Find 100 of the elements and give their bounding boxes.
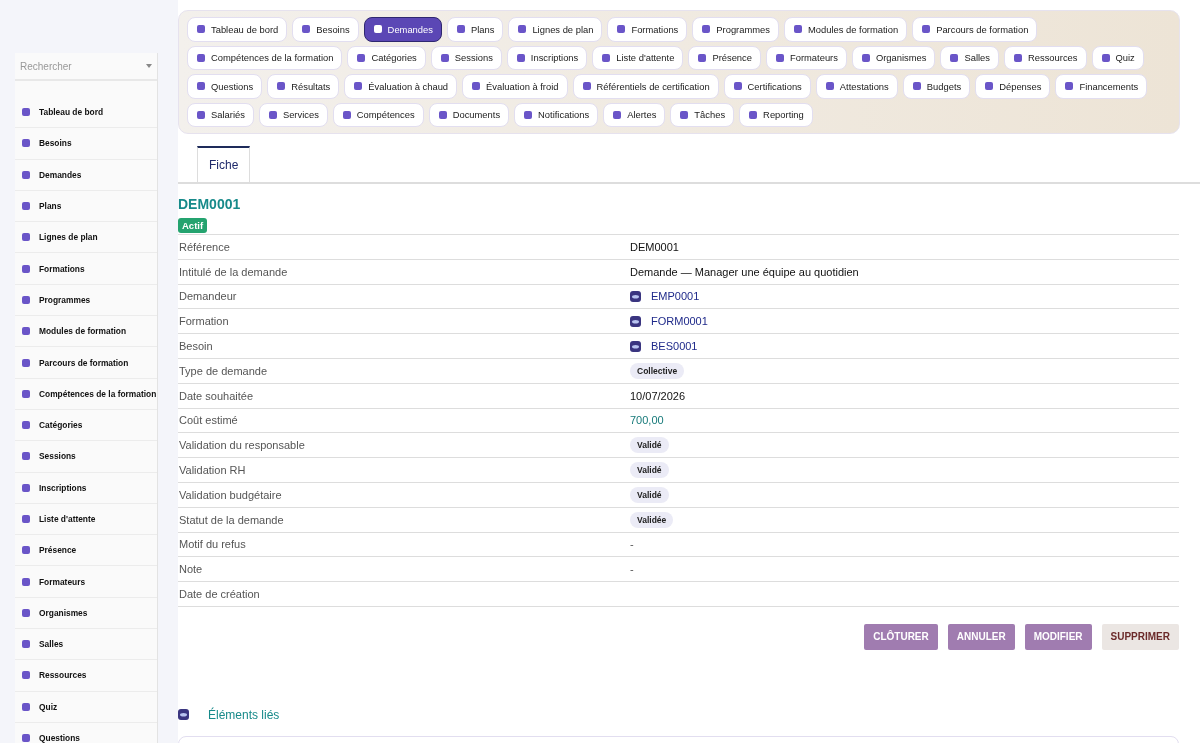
sidebar-item[interactable]: Ressources: [15, 660, 157, 692]
nav-tab[interactable]: Résultats: [267, 74, 340, 99]
action-button[interactable]: MODIFIER: [1024, 623, 1092, 650]
square-icon: [824, 81, 835, 92]
nav-tab[interactable]: Catégories: [347, 45, 426, 70]
field-value: Demande — Manager une équipe au quotidien: [630, 265, 859, 278]
sidebar-item[interactable]: Modules de formation: [15, 316, 157, 348]
square-icon: [267, 109, 278, 120]
search-field[interactable]: Rechercher: [20, 60, 146, 72]
nav-tab[interactable]: Notifications: [514, 102, 599, 127]
nav-tab[interactable]: Tâches: [670, 102, 735, 127]
sidebar-item[interactable]: Lignes de plan: [15, 222, 157, 254]
sidebar-item[interactable]: Tableau de bord: [15, 97, 157, 129]
square-icon: [196, 24, 206, 35]
square-icon: [601, 52, 612, 63]
square-icon: [949, 52, 960, 63]
action-button[interactable]: SUPPRIMER: [1101, 623, 1179, 650]
nav-tab[interactable]: Ressources: [1004, 45, 1087, 70]
nav-tab[interactable]: Besoins: [292, 17, 359, 42]
square-icon: [196, 109, 206, 120]
cloud-icon: [178, 709, 189, 721]
action-button[interactable]: CLÔTURER: [864, 623, 938, 650]
square-icon: [353, 81, 364, 92]
nav-tab[interactable]: Compétences de la formation: [187, 45, 343, 70]
nav-tab[interactable]: Compétences: [332, 102, 424, 127]
sidebar-item[interactable]: Inscriptions: [15, 472, 157, 504]
nav-tab[interactable]: Inscriptions: [506, 45, 588, 70]
sidebar-item[interactable]: Sessions: [15, 441, 157, 473]
nav-tab[interactable]: Attestations: [815, 74, 898, 99]
sidebar-item[interactable]: Besoins: [15, 128, 157, 160]
square-icon: [196, 81, 206, 92]
cloud-icon: [630, 315, 641, 327]
nav-tab[interactable]: Programmes: [692, 17, 779, 42]
nav-tab[interactable]: Salles: [940, 45, 999, 70]
nav-tab[interactable]: Évaluation à froid: [462, 74, 568, 99]
nav-tab[interactable]: Quiz: [1091, 45, 1144, 70]
square-icon: [515, 52, 526, 63]
nav-tab[interactable]: Alertes: [603, 102, 666, 127]
nav-tab[interactable]: Plans: [446, 17, 504, 42]
square-icon: [1100, 52, 1111, 63]
nav-tab[interactable]: Tableau de bord: [187, 17, 288, 42]
section-title: Éléments liés: [208, 707, 280, 722]
sidebar-item[interactable]: Parcours de formation: [15, 347, 157, 379]
square-icon: [301, 24, 312, 35]
value-badge: Validé: [630, 462, 669, 479]
sidebar-item[interactable]: Catégories: [15, 409, 157, 442]
sidebar-item[interactable]: Salles: [15, 629, 157, 661]
nav-tab[interactable]: Référentiels de certification: [572, 74, 719, 99]
sidebar-item[interactable]: Programmes: [15, 284, 157, 317]
square-icon: [21, 482, 31, 493]
nav-tab[interactable]: Demandes: [363, 17, 442, 42]
field-label: Validation RH: [178, 464, 247, 477]
nav-tab[interactable]: Dépenses: [975, 74, 1051, 99]
tab[interactable]: Fiche: [197, 146, 251, 182]
sidebar-item[interactable]: Compétences de la formation: [15, 378, 157, 410]
nav-tab[interactable]: Budgets: [902, 74, 971, 99]
nav-tab[interactable]: Reporting: [739, 102, 813, 127]
square-icon: [517, 24, 528, 35]
nav-tab[interactable]: Organismes: [851, 45, 936, 70]
nav-tab[interactable]: Évaluation à chaud: [344, 74, 458, 99]
nav-tab[interactable]: Présence: [688, 45, 761, 70]
square-icon: [21, 201, 31, 212]
sidebar-item[interactable]: Demandes: [15, 159, 157, 191]
sidebar-item[interactable]: Organismes: [15, 597, 157, 630]
sidebar-item[interactable]: Liste d'attente: [15, 503, 157, 536]
nav-tab[interactable]: Liste d'attente: [592, 45, 684, 70]
field-label: Référence: [178, 240, 231, 253]
square-icon: [196, 52, 206, 63]
nav-tab[interactable]: Documents: [428, 102, 510, 127]
nav-tab[interactable]: Certifications: [723, 74, 811, 99]
sidebar-item[interactable]: Formations: [15, 253, 157, 285]
record-link[interactable]: EMP0001: [651, 290, 700, 303]
cloud-icon: [630, 340, 641, 352]
nav-tab[interactable]: Modules de formation: [783, 17, 908, 42]
field-value: DEM0001: [630, 240, 679, 253]
field-label: Coût estimé: [178, 414, 239, 427]
nav-tab[interactable]: Salariés: [187, 102, 254, 127]
sidebar-item[interactable]: Questions: [15, 722, 157, 743]
square-icon: [341, 109, 352, 120]
square-icon: [860, 52, 871, 63]
field-label: Date de création: [178, 588, 261, 601]
field-label: Validation du responsable: [178, 439, 306, 452]
nav-tab[interactable]: Sessions: [430, 45, 502, 70]
sidebar-item[interactable]: Formateurs: [15, 566, 157, 598]
nav-tab[interactable]: Questions: [187, 74, 263, 99]
action-button[interactable]: ANNULER: [947, 623, 1015, 650]
square-icon: [21, 607, 31, 618]
record-link[interactable]: BES0001: [651, 340, 698, 353]
nav-tab[interactable]: Formations: [607, 17, 688, 42]
record-link[interactable]: FORM0001: [651, 315, 708, 328]
sidebar-item[interactable]: Présence: [15, 535, 157, 567]
sidebar-item[interactable]: Quiz: [15, 691, 157, 723]
square-icon: [581, 81, 592, 92]
nav-tab[interactable]: Parcours de formation: [912, 17, 1038, 42]
nav-tab[interactable]: Formateurs: [766, 45, 847, 70]
sidebar-item[interactable]: Plans: [15, 190, 157, 223]
square-icon: [523, 109, 534, 120]
nav-tab[interactable]: Financements: [1055, 74, 1148, 99]
nav-tab[interactable]: Lignes de plan: [508, 17, 603, 42]
nav-tab[interactable]: Services: [258, 102, 328, 127]
